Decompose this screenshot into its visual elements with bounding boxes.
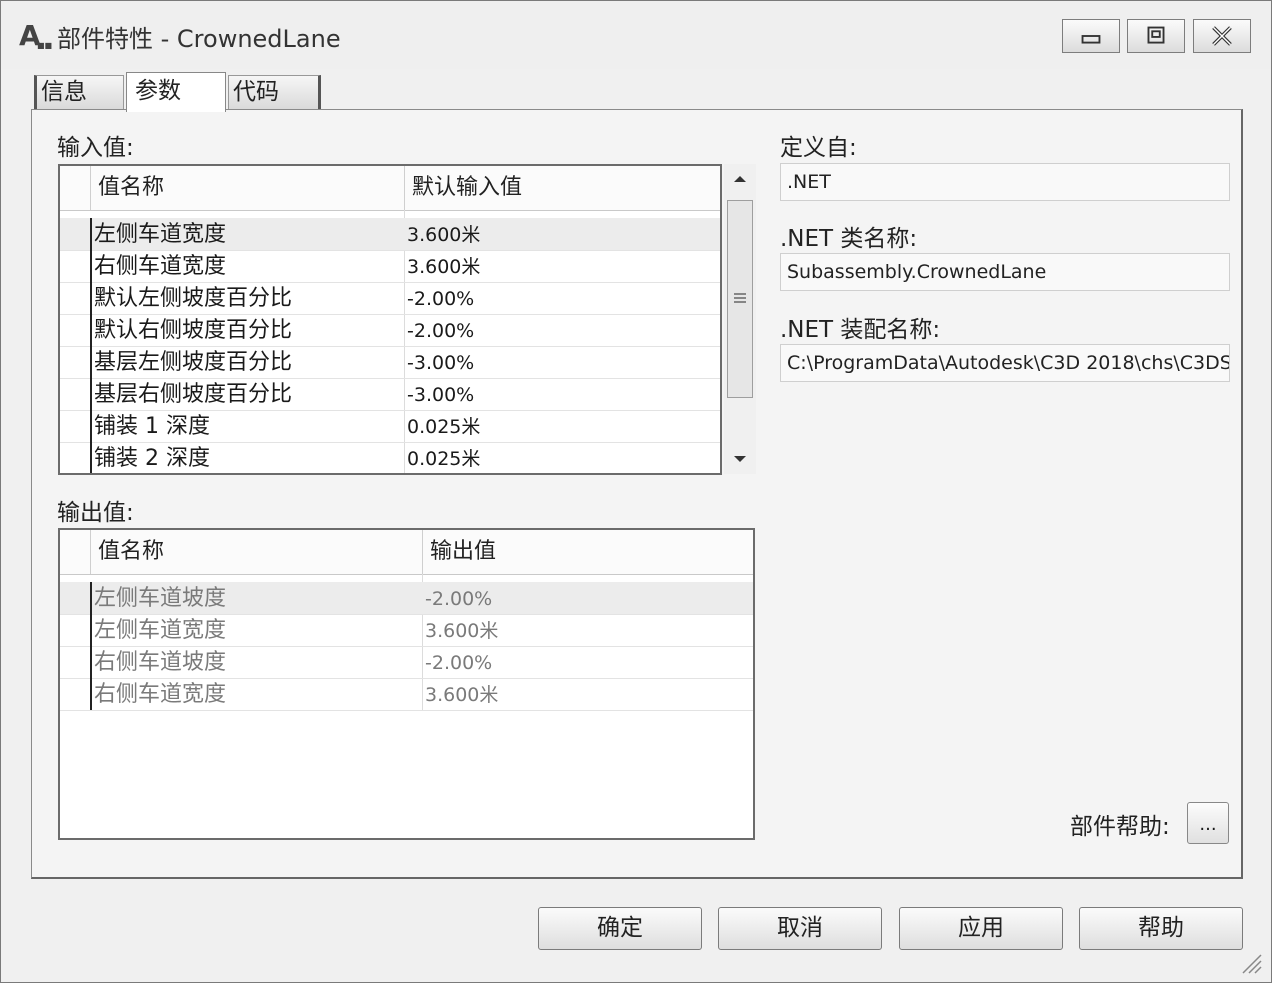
maximize-icon	[1147, 26, 1165, 44]
value-default[interactable]: 3.600米	[407, 250, 480, 282]
column-header-name[interactable]: 值名称	[98, 166, 164, 210]
scrollbar-thumb[interactable]	[727, 200, 753, 398]
table-row[interactable]: 默认左侧坡度百分比 -2.00%	[60, 282, 720, 315]
table-row[interactable]: 默认右侧坡度百分比 -2.00%	[60, 314, 720, 347]
grip-lines-icon	[734, 293, 746, 303]
defined-from-label: 定义自:	[780, 135, 857, 161]
value-default[interactable]: 0.025米	[407, 442, 480, 473]
class-name-label: .NET 类名称:	[780, 226, 918, 252]
value-default[interactable]: -3.00%	[407, 378, 474, 410]
close-button[interactable]	[1193, 19, 1251, 53]
table-row[interactable]: 铺装 2 深度 0.025米	[60, 442, 720, 473]
value-name: 铺装 2 深度	[94, 446, 210, 471]
value-name: 左侧车道宽度	[94, 618, 227, 643]
value-default[interactable]: 3.600米	[407, 218, 480, 250]
autocad-app-icon: A ■■	[19, 19, 53, 52]
value-name: 右侧车道坡度	[94, 650, 227, 675]
input-values-grid: 值名称 默认输入值 左侧车道宽度 3.600米 右侧车道宽度 3.600米 默认…	[58, 164, 722, 475]
minimize-button[interactable]	[1062, 19, 1120, 53]
output-value: -2.00%	[425, 588, 493, 610]
value-name: 默认左侧坡度百分比	[94, 286, 293, 311]
output-values-grid: 值名称 输出值 左侧车道坡度 -2.00% 左侧车道宽度 3.600米 右侧车道…	[58, 528, 755, 840]
table-row[interactable]: 左侧车道坡度 -2.00%	[60, 582, 753, 615]
grid-header: 值名称 输出值	[60, 530, 753, 575]
tab-parameters[interactable]: 参数	[126, 72, 226, 112]
window-title: 部件特性 - CrownedLane	[57, 25, 341, 53]
assembly-name-label: .NET 装配名称:	[780, 317, 941, 343]
value-default[interactable]: -2.00%	[407, 282, 474, 314]
value-name: 铺装 1 深度	[94, 414, 210, 439]
input-grid-scrollbar[interactable]	[724, 164, 756, 474]
value-name: 左侧车道坡度	[94, 586, 227, 611]
ok-button[interactable]: 确定	[538, 907, 702, 950]
title-bar: A ■■ 部件特性 - CrownedLane	[1, 1, 1271, 69]
output-values-label: 输出值:	[57, 500, 134, 526]
table-row[interactable]: 基层左侧坡度百分比 -3.00%	[60, 346, 720, 379]
minimize-icon	[1081, 35, 1101, 44]
value-default[interactable]: 0.025米	[407, 410, 480, 442]
column-header-name[interactable]: 值名称	[98, 530, 164, 574]
scroll-up-arrow-icon[interactable]	[732, 174, 748, 184]
resize-grip-icon[interactable]	[1237, 949, 1263, 975]
tab-code[interactable]: 代码	[228, 75, 321, 109]
value-name: 默认右侧坡度百分比	[94, 318, 293, 343]
table-row[interactable]: 左侧车道宽度 3.600米	[60, 614, 753, 647]
input-values-label: 输入值:	[57, 135, 134, 161]
value-name: 右侧车道宽度	[94, 682, 227, 707]
assembly-name-field: C:\ProgramData\Autodesk\C3D 2018\chs\C3D…	[780, 344, 1230, 382]
output-value: 3.600米	[425, 684, 499, 706]
table-row[interactable]: 基层右侧坡度百分比 -3.00%	[60, 378, 720, 411]
value-name: 左侧车道宽度	[94, 222, 227, 247]
help-button[interactable]: 帮助	[1079, 907, 1243, 950]
subassembly-properties-dialog: A ■■ 部件特性 - CrownedLane 信息 参数 代码 输入值: 值名称…	[0, 0, 1272, 983]
value-name: 基层左侧坡度百分比	[94, 350, 293, 375]
table-row[interactable]: 左侧车道宽度 3.600米	[60, 218, 720, 251]
scroll-down-arrow-icon[interactable]	[732, 454, 748, 464]
maximize-button[interactable]	[1127, 19, 1185, 53]
column-header-output-value[interactable]: 输出值	[430, 530, 496, 574]
close-icon	[1212, 26, 1232, 46]
value-default[interactable]: -3.00%	[407, 346, 474, 378]
value-name: 基层右侧坡度百分比	[94, 382, 293, 407]
value-default[interactable]: -2.00%	[407, 314, 474, 346]
subassembly-help-button[interactable]: ...	[1187, 802, 1229, 844]
output-value: -2.00%	[425, 652, 493, 674]
cancel-button[interactable]: 取消	[718, 907, 882, 950]
tab-info[interactable]: 信息	[34, 75, 124, 109]
class-name-field: Subassembly.CrownedLane	[780, 253, 1230, 291]
value-name: 右侧车道宽度	[94, 254, 227, 279]
table-row[interactable]: 右侧车道宽度 3.600米	[60, 250, 720, 283]
grid-header: 值名称 默认输入值	[60, 166, 720, 211]
table-row[interactable]: 铺装 1 深度 0.025米	[60, 410, 720, 443]
column-header-default-value[interactable]: 默认输入值	[412, 166, 522, 210]
output-value: 3.600米	[425, 620, 499, 642]
table-row[interactable]: 右侧车道宽度 3.600米	[60, 678, 753, 711]
defined-from-field: .NET	[780, 163, 1230, 201]
apply-button[interactable]: 应用	[899, 907, 1063, 950]
table-row[interactable]: 右侧车道坡度 -2.00%	[60, 646, 753, 679]
subassembly-help-label: 部件帮助:	[1070, 814, 1170, 840]
